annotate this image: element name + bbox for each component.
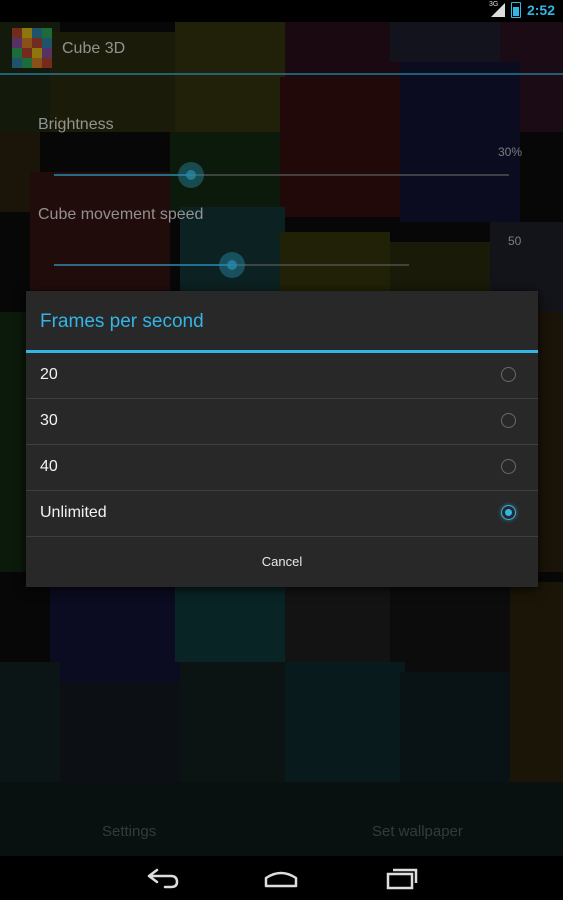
navigation-bar — [0, 856, 563, 900]
option-label: 30 — [40, 412, 58, 429]
cancel-label: Cancel — [261, 554, 303, 569]
back-icon[interactable] — [145, 864, 181, 892]
home-icon[interactable] — [263, 864, 299, 892]
radio-button-icon[interactable] — [501, 413, 516, 428]
network-type-label: 3G — [488, 1, 499, 8]
brightness-slider[interactable] — [54, 162, 509, 188]
fps-dialog: Frames per second 20 30 40 Unlimited Can… — [26, 291, 538, 587]
dialog-title: Frames per second — [40, 311, 204, 332]
set-wallpaper-button: Set wallpaper — [372, 823, 463, 840]
radio-button-icon[interactable] — [501, 367, 516, 382]
action-bar-divider — [0, 73, 563, 75]
fps-option-30[interactable]: 30 — [26, 399, 538, 445]
brightness-slider-thumb[interactable] — [178, 162, 204, 188]
cube-mosaic-icon — [12, 28, 52, 68]
cancel-button[interactable]: Cancel — [26, 536, 538, 588]
battery-icon — [510, 2, 521, 18]
status-clock: 2:52 — [526, 2, 555, 18]
settings-button: Settings — [102, 823, 157, 840]
app-title: Cube 3D — [62, 40, 126, 57]
brightness-slider-fill — [54, 174, 191, 176]
speed-slider-thumb[interactable] — [219, 252, 245, 278]
speed-value: 50 — [508, 234, 522, 248]
option-label: Unlimited — [40, 504, 107, 521]
option-label: 40 — [40, 458, 58, 475]
option-label: 20 — [40, 366, 58, 383]
fps-option-unlimited[interactable]: Unlimited — [26, 491, 538, 537]
recents-icon[interactable] — [384, 864, 420, 892]
status-bar: 3G 2:52 — [0, 0, 563, 22]
brightness-value: 30% — [498, 145, 523, 159]
fps-option-20[interactable]: 20 — [26, 353, 538, 399]
cell-signal-icon: 3G — [488, 1, 505, 17]
fps-option-40[interactable]: 40 — [26, 445, 538, 491]
speed-slider-fill — [54, 264, 232, 266]
radio-selected-icon[interactable] — [501, 505, 516, 520]
radio-button-icon[interactable] — [501, 459, 516, 474]
speed-label: Cube movement speed — [38, 206, 204, 223]
brightness-label: Brightness — [38, 116, 114, 133]
speed-slider[interactable] — [54, 252, 409, 278]
